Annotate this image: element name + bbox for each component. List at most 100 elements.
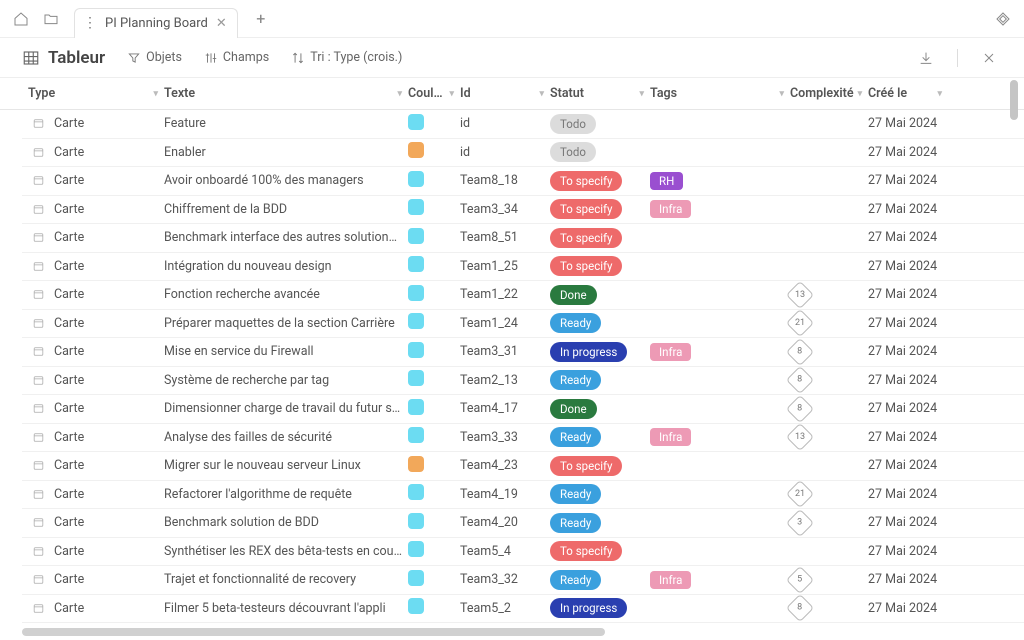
cell-tags[interactable]: Infra — [650, 200, 790, 218]
cell-texte[interactable]: Préparer maquettes de la section Carrièr… — [164, 316, 408, 331]
cell-id[interactable]: id — [460, 116, 550, 131]
cell-couleur[interactable] — [408, 342, 460, 362]
table-row[interactable]: CarteSynthétiser les REX des bêta-tests … — [22, 538, 1024, 567]
cell-id[interactable]: Team2_13 — [460, 373, 550, 388]
col-statut[interactable]: Statut▾ — [550, 86, 650, 101]
folder-icon[interactable] — [38, 6, 64, 32]
app-logo-icon[interactable] — [990, 6, 1016, 32]
table-row[interactable]: CarteAnalyse des failles de sécuritéTeam… — [22, 424, 1024, 453]
cell-texte[interactable]: Avoir onboardé 100% des managers — [164, 173, 408, 188]
cell-statut[interactable]: Done — [550, 399, 650, 419]
cell-couleur[interactable] — [408, 484, 460, 504]
cell-couleur[interactable] — [408, 370, 460, 390]
table-row[interactable]: CarteRefactorer l'algorithme de requêteT… — [22, 481, 1024, 510]
cell-id[interactable]: Team4_20 — [460, 515, 550, 530]
cell-texte[interactable]: Feature — [164, 116, 408, 131]
filter-champs[interactable]: Champs — [204, 50, 269, 65]
close-panel-icon[interactable] — [976, 45, 1002, 71]
table-body[interactable]: CarteFeatureidTodo27 Mai 2024CarteEnable… — [0, 110, 1024, 638]
cell-texte[interactable]: Trajet et fonctionnalité de recovery — [164, 572, 408, 587]
cell-statut[interactable]: To specify — [550, 456, 650, 476]
cell-statut[interactable]: To specify — [550, 199, 650, 219]
cell-id[interactable]: id — [460, 145, 550, 160]
cell-complexite[interactable]: 13 — [790, 285, 868, 305]
cell-complexite[interactable]: 21 — [790, 313, 868, 333]
table-row[interactable]: CarteBenchmark solution de BDDTeam4_20Re… — [22, 509, 1024, 538]
col-cree[interactable]: Créé le▾ — [868, 86, 948, 101]
cell-texte[interactable]: Benchmark solution de BDD — [164, 515, 408, 530]
cell-id[interactable]: Team1_25 — [460, 259, 550, 274]
cell-complexite[interactable]: 21 — [790, 484, 868, 504]
cell-statut[interactable]: In progress — [550, 598, 650, 618]
col-type[interactable]: Type▾ — [22, 86, 164, 101]
download-icon[interactable] — [913, 45, 939, 71]
cell-statut[interactable]: In progress — [550, 342, 650, 362]
cell-texte[interactable]: Intégration du nouveau design — [164, 259, 408, 274]
cell-texte[interactable]: Refactorer l'algorithme de requête — [164, 487, 408, 502]
tab-menu-icon[interactable]: ⋮ — [83, 16, 97, 30]
cell-complexite[interactable]: 8 — [790, 370, 868, 390]
cell-complexite[interactable]: 8 — [790, 399, 868, 419]
cell-tags[interactable]: RH — [650, 172, 790, 190]
table-row[interactable]: CarteChiffrement de la BDDTeam3_34To spe… — [22, 196, 1024, 225]
cell-texte[interactable]: Chiffrement de la BDD — [164, 202, 408, 217]
cell-id[interactable]: Team4_23 — [460, 458, 550, 473]
col-id[interactable]: Id▾ — [460, 86, 550, 101]
table-row[interactable]: CartePréparer maquettes de la section Ca… — [22, 310, 1024, 339]
close-icon[interactable]: ✕ — [216, 16, 227, 31]
cell-id[interactable]: Team4_19 — [460, 487, 550, 502]
cell-id[interactable]: Team8_18 — [460, 173, 550, 188]
table-row[interactable]: CarteMise en service du FirewallTeam3_31… — [22, 338, 1024, 367]
cell-couleur[interactable] — [408, 228, 460, 248]
table-row[interactable]: CarteFilmer 5 beta-testeurs découvrant l… — [22, 595, 1024, 624]
horizontal-scrollbar[interactable] — [22, 628, 994, 638]
cell-statut[interactable]: To specify — [550, 256, 650, 276]
col-couleur[interactable]: Coul…▾ — [408, 86, 460, 101]
cell-texte[interactable]: Enabler — [164, 145, 408, 160]
tab-pi-planning[interactable]: ⋮ PI Planning Board ✕ — [74, 8, 238, 38]
cell-texte[interactable]: Migrer sur le nouveau serveur Linux — [164, 458, 408, 473]
cell-statut[interactable]: Ready — [550, 484, 650, 504]
cell-statut[interactable]: Ready — [550, 570, 650, 590]
table-row[interactable]: CarteTrajet et fonctionnalité de recover… — [22, 566, 1024, 595]
cell-couleur[interactable] — [408, 114, 460, 134]
cell-couleur[interactable] — [408, 598, 460, 618]
vertical-scrollbar[interactable] — [1010, 80, 1018, 626]
sort-control[interactable]: Tri : Type (crois.) — [291, 50, 402, 65]
cell-texte[interactable]: Benchmark interface des autres solutions… — [164, 230, 408, 245]
cell-tags[interactable]: Infra — [650, 343, 790, 361]
cell-texte[interactable]: Fonction recherche avancée — [164, 287, 408, 302]
cell-couleur[interactable] — [408, 427, 460, 447]
cell-couleur[interactable] — [408, 142, 460, 162]
cell-id[interactable]: Team3_34 — [460, 202, 550, 217]
cell-id[interactable]: Team5_4 — [460, 544, 550, 559]
table-row[interactable]: CarteBenchmark interface des autres solu… — [22, 224, 1024, 253]
cell-texte[interactable]: Système de recherche par tag — [164, 373, 408, 388]
cell-id[interactable]: Team3_31 — [460, 344, 550, 359]
table-row[interactable]: CarteAvoir onboardé 100% des managersTea… — [22, 167, 1024, 196]
cell-couleur[interactable] — [408, 199, 460, 219]
cell-statut[interactable]: Todo — [550, 142, 650, 162]
cell-couleur[interactable] — [408, 256, 460, 276]
cell-statut[interactable]: To specify — [550, 541, 650, 561]
col-complexite[interactable]: Complexité▾ — [790, 86, 868, 101]
cell-tags[interactable]: Infra — [650, 571, 790, 589]
cell-id[interactable]: Team5_2 — [460, 601, 550, 616]
cell-texte[interactable]: Mise en service du Firewall — [164, 344, 408, 359]
table-row[interactable]: CarteFonction recherche avancéeTeam1_22D… — [22, 281, 1024, 310]
cell-id[interactable]: Team1_22 — [460, 287, 550, 302]
cell-statut[interactable]: Done — [550, 285, 650, 305]
table-row[interactable]: CarteEnableridTodo27 Mai 2024 — [22, 139, 1024, 168]
cell-statut[interactable]: Ready — [550, 513, 650, 533]
cell-statut[interactable]: Todo — [550, 114, 650, 134]
cell-couleur[interactable] — [408, 313, 460, 333]
cell-complexite[interactable]: 13 — [790, 427, 868, 447]
table-row[interactable]: CarteIntégration du nouveau designTeam1_… — [22, 253, 1024, 282]
cell-id[interactable]: Team1_24 — [460, 316, 550, 331]
home-icon[interactable] — [8, 6, 34, 32]
cell-id[interactable]: Team3_33 — [460, 430, 550, 445]
cell-tags[interactable]: Infra — [650, 428, 790, 446]
cell-couleur[interactable] — [408, 285, 460, 305]
filter-objets[interactable]: Objets — [127, 50, 182, 65]
cell-couleur[interactable] — [408, 513, 460, 533]
